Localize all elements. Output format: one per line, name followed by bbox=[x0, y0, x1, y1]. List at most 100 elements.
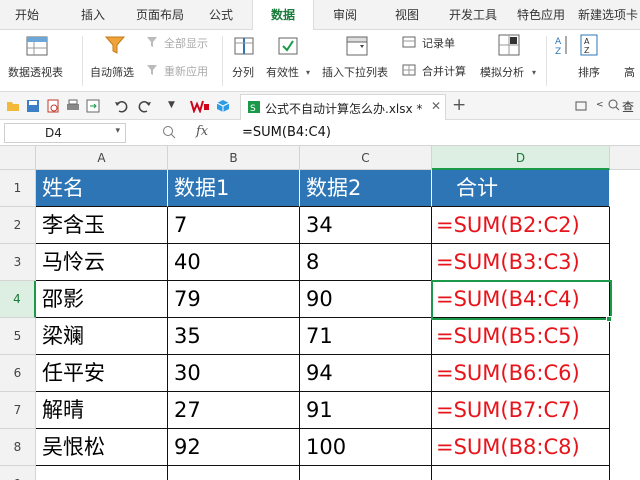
header-cell-name[interactable]: 姓名 bbox=[36, 170, 168, 207]
table-cell[interactable]: 27 bbox=[168, 392, 300, 429]
search-icon[interactable] bbox=[608, 98, 620, 112]
table-cell[interactable]: 90 bbox=[300, 281, 432, 318]
sort-button[interactable]: 排序 bbox=[578, 64, 600, 80]
chevron-down-icon[interactable]: ▾ bbox=[115, 126, 120, 136]
formula-cell[interactable]: =SUM(B8:C8) bbox=[432, 429, 610, 466]
row-header-3[interactable]: 3 bbox=[0, 244, 36, 281]
fill-handle[interactable] bbox=[606, 316, 612, 322]
table-cell[interactable]: 92 bbox=[168, 429, 300, 466]
sort-asc-icon[interactable]: AZ bbox=[554, 34, 570, 57]
record-sheet-button[interactable]: 记录单 bbox=[422, 35, 455, 51]
formula-cell[interactable]: =SUM(B7:C7) bbox=[432, 392, 610, 429]
validity-button[interactable]: 有效性 bbox=[266, 64, 299, 80]
close-icon[interactable]: ✕ bbox=[431, 99, 441, 113]
row-header-7[interactable]: 7 bbox=[0, 392, 36, 429]
formula-input[interactable]: =SUM(B4:C4) bbox=[242, 125, 331, 140]
table-cell[interactable]: 34 bbox=[300, 207, 432, 244]
table-cell[interactable]: 8 bbox=[300, 244, 432, 281]
table-cell[interactable] bbox=[300, 466, 432, 480]
tab-data[interactable]: 数据 bbox=[252, 0, 314, 31]
table-cell[interactable]: 71 bbox=[300, 318, 432, 355]
row-header-8[interactable]: 8 bbox=[0, 429, 36, 466]
table-cell[interactable]: 梁斓 bbox=[36, 318, 168, 355]
header-cell-data1[interactable]: 数据1 bbox=[168, 170, 300, 207]
advanced-button[interactable]: 高 bbox=[624, 64, 635, 80]
filter-icon[interactable] bbox=[104, 34, 126, 56]
pivot-table-icon[interactable] bbox=[26, 36, 48, 56]
row-header-9[interactable]: 9 bbox=[0, 466, 36, 480]
show-all-button[interactable]: 全部显示 bbox=[164, 35, 208, 51]
new-tab-icon[interactable]: + bbox=[452, 95, 466, 115]
formula-cell[interactable] bbox=[432, 466, 610, 480]
tab-features[interactable]: 特色应用 bbox=[510, 0, 572, 30]
print-icon[interactable] bbox=[66, 99, 80, 113]
tab-developer[interactable]: 开发工具 bbox=[442, 0, 504, 30]
pivot-table-button[interactable]: 数据透视表 bbox=[8, 64, 63, 80]
table-cell[interactable]: 35 bbox=[168, 318, 300, 355]
table-cell[interactable]: 91 bbox=[300, 392, 432, 429]
table-cell[interactable]: 李含玉 bbox=[36, 207, 168, 244]
column-header-e[interactable] bbox=[610, 146, 640, 170]
redo-icon[interactable] bbox=[138, 99, 152, 113]
table-cell[interactable] bbox=[36, 466, 168, 480]
row-header-4[interactable]: 4 bbox=[0, 281, 36, 318]
split-column-icon[interactable] bbox=[234, 36, 254, 56]
validity-icon[interactable] bbox=[278, 36, 298, 56]
sort-icon[interactable]: AZ bbox=[580, 34, 598, 56]
tab-insert[interactable]: 插入 bbox=[72, 0, 114, 30]
table-cell[interactable]: 马怜云 bbox=[36, 244, 168, 281]
table-cell[interactable]: 40 bbox=[168, 244, 300, 281]
merge-calc-button[interactable]: 合并计算 bbox=[422, 63, 466, 79]
tab-new[interactable]: 新建选项卡 bbox=[576, 0, 640, 30]
table-cell[interactable]: 任平安 bbox=[36, 355, 168, 392]
row-header-1[interactable]: 1 bbox=[0, 170, 36, 207]
select-all-corner[interactable] bbox=[0, 146, 36, 170]
name-box[interactable]: D4 ▾ bbox=[4, 123, 126, 143]
tab-review[interactable]: 审阅 bbox=[324, 0, 366, 30]
formula-cell[interactable]: =SUM(B2:C2) bbox=[432, 207, 610, 244]
table-cell[interactable]: 7 bbox=[168, 207, 300, 244]
table-cell[interactable]: 解晴 bbox=[36, 392, 168, 429]
table-cell[interactable]: 94 bbox=[300, 355, 432, 392]
simulation-button[interactable]: 模拟分析 bbox=[480, 64, 524, 80]
auto-filter-button[interactable]: 自动筛选 bbox=[90, 64, 134, 80]
reapply-button[interactable]: 重新应用 bbox=[164, 63, 208, 79]
folder-icon[interactable] bbox=[6, 99, 20, 113]
table-cell[interactable]: 79 bbox=[168, 281, 300, 318]
row-header-2[interactable]: 2 bbox=[0, 207, 36, 244]
formula-cell-active[interactable]: =SUM(B4:C4) bbox=[432, 281, 610, 318]
header-cell-data2[interactable]: 数据2 bbox=[300, 170, 432, 207]
table-cell[interactable]: 邵影 bbox=[36, 281, 168, 318]
formula-cell[interactable]: =SUM(B5:C5) bbox=[432, 318, 610, 355]
header-cell-total[interactable]: 合计 bbox=[432, 170, 610, 207]
export-icon[interactable] bbox=[86, 99, 100, 113]
chevron-left-icon[interactable]: < bbox=[596, 100, 604, 110]
simulation-icon[interactable] bbox=[498, 34, 520, 56]
cube-icon[interactable] bbox=[216, 99, 230, 113]
tab-formulas[interactable]: 公式 bbox=[200, 0, 242, 30]
table-cell[interactable]: 100 bbox=[300, 429, 432, 466]
column-header-b[interactable]: B bbox=[168, 146, 300, 170]
print-preview-icon[interactable] bbox=[46, 99, 60, 113]
settings-icon[interactable] bbox=[574, 99, 588, 113]
table-cell[interactable] bbox=[168, 466, 300, 480]
zoom-icon[interactable] bbox=[162, 124, 176, 140]
tab-start[interactable]: 开始 bbox=[6, 0, 48, 30]
search-label[interactable]: 查 bbox=[622, 98, 634, 115]
tab-view[interactable]: 视图 bbox=[386, 0, 428, 30]
column-header-c[interactable]: C bbox=[300, 146, 432, 170]
row-header-6[interactable]: 6 bbox=[0, 355, 36, 392]
undo-icon[interactable] bbox=[114, 99, 128, 113]
tab-page-layout[interactable]: 页面布局 bbox=[128, 0, 192, 30]
insert-dropdown-icon[interactable] bbox=[346, 36, 368, 56]
column-header-a[interactable]: A bbox=[36, 146, 168, 170]
save-icon[interactable] bbox=[26, 99, 40, 113]
table-cell[interactable]: 30 bbox=[168, 355, 300, 392]
formula-cell[interactable]: =SUM(B3:C3) bbox=[432, 244, 610, 281]
fx-icon[interactable]: fx bbox=[196, 124, 208, 139]
column-header-d[interactable]: D bbox=[432, 146, 610, 170]
document-tab[interactable]: S 公式不自动计算怎么办.xlsx * ✕ bbox=[240, 94, 446, 120]
chevron-down-icon[interactable]: ▼ bbox=[168, 100, 182, 114]
insert-dropdown-button[interactable]: 插入下拉列表 bbox=[322, 64, 388, 80]
formula-cell[interactable]: =SUM(B6:C6) bbox=[432, 355, 610, 392]
